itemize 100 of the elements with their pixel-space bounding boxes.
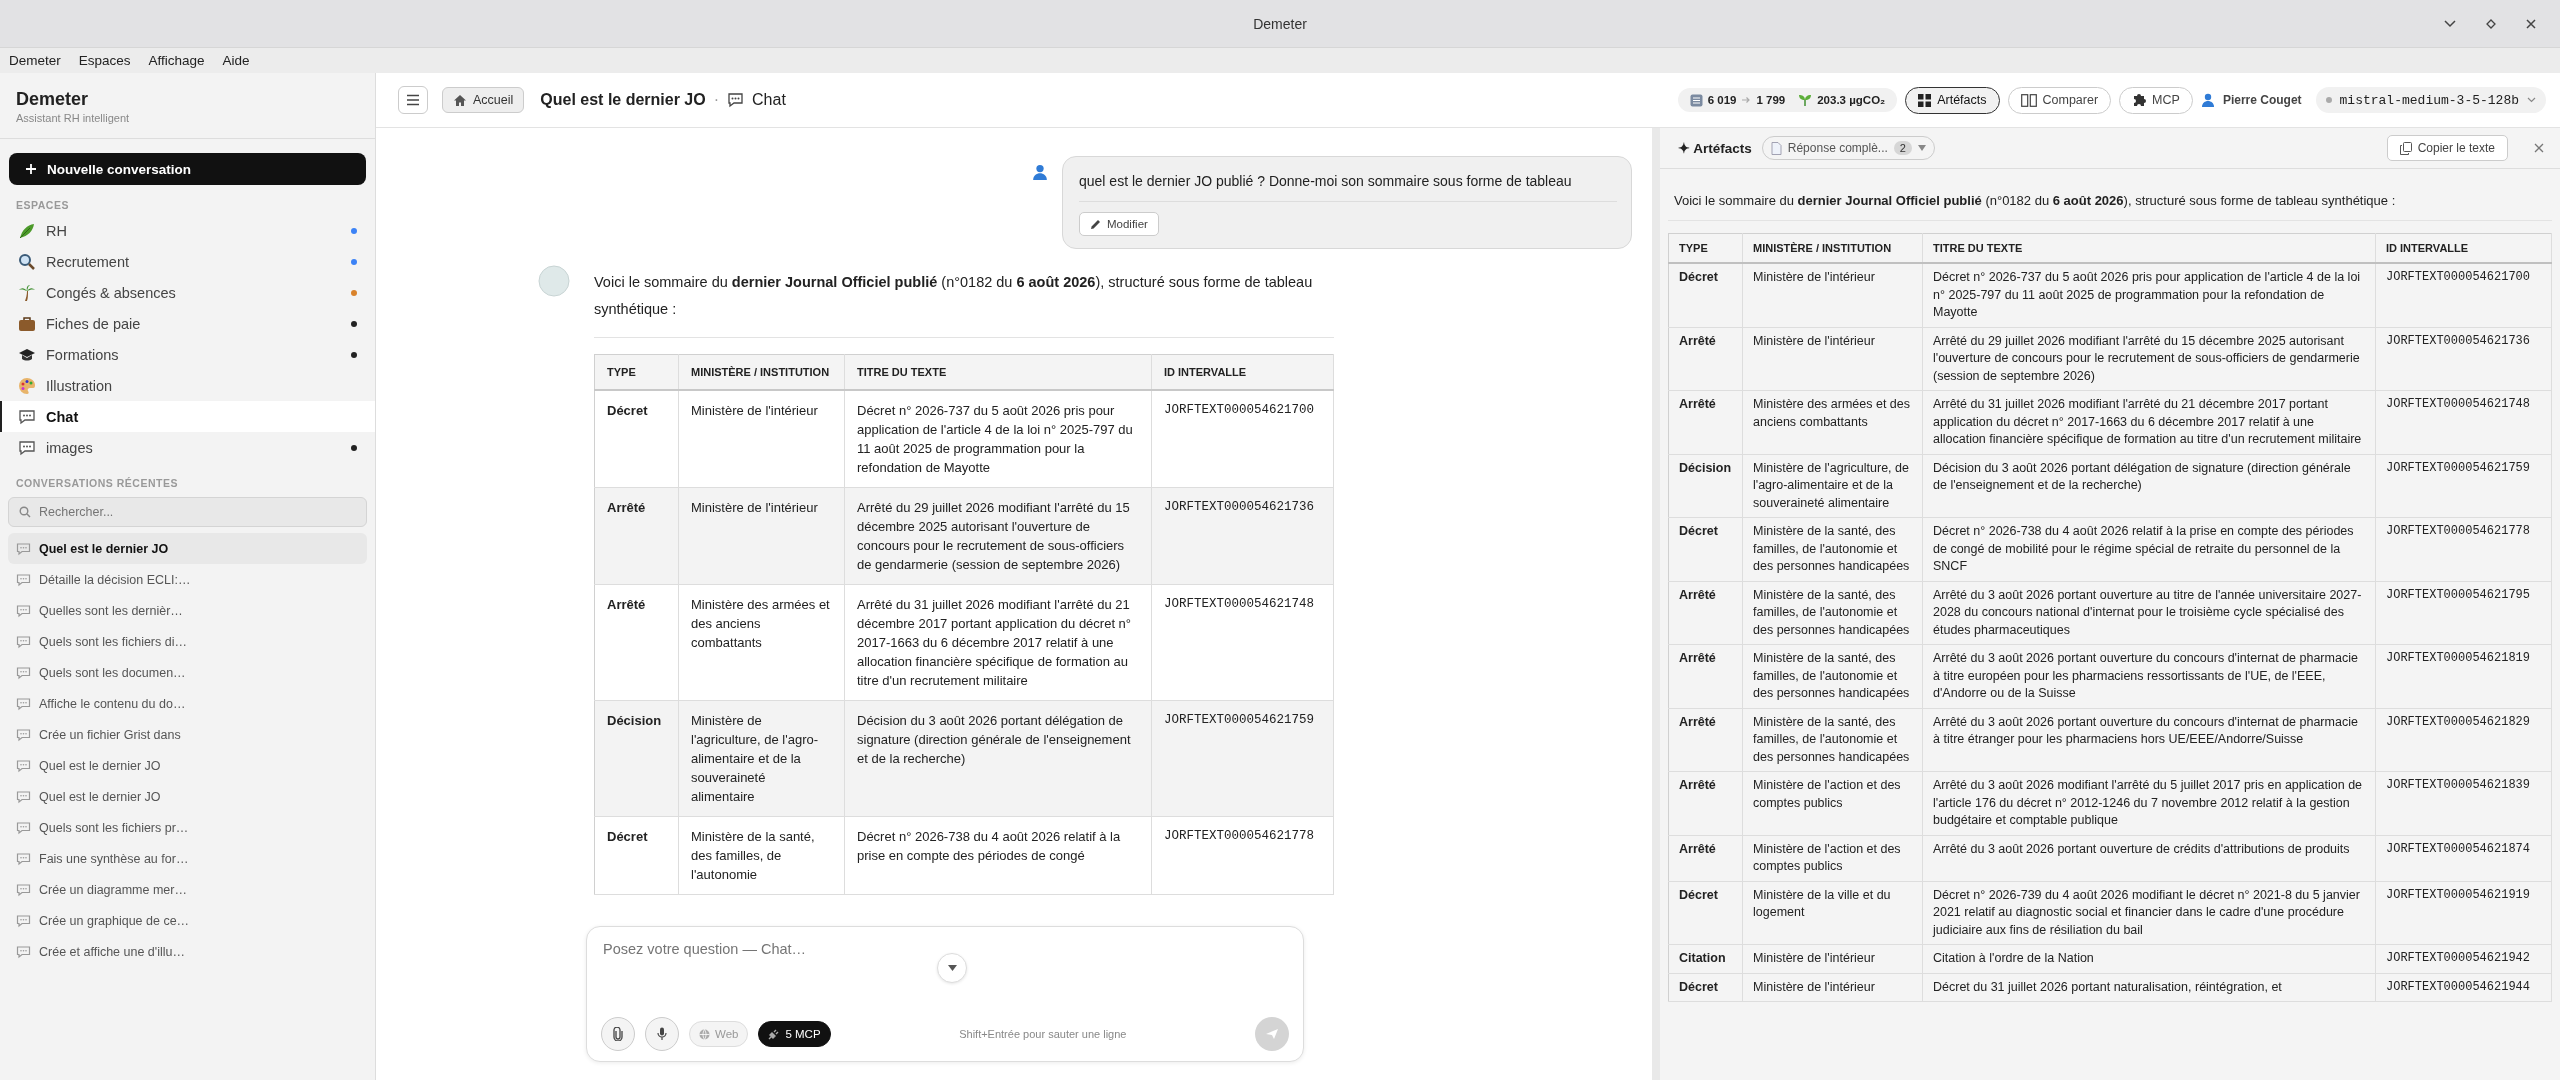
space-item[interactable]: Recrutement bbox=[0, 246, 375, 277]
space-item[interactable]: RH bbox=[0, 215, 375, 246]
user-name: Pierre Couget bbox=[2222, 93, 2302, 107]
column-header: TITRE DU TEXTE bbox=[1922, 233, 2376, 263]
table-cell: Ministère de l'intérieur bbox=[1742, 973, 1923, 1002]
table-cell: Arrêté bbox=[594, 584, 679, 701]
space-item[interactable]: Chat bbox=[0, 401, 375, 432]
menu-item[interactable]: Demeter bbox=[9, 53, 61, 68]
edit-button[interactable]: Modifier bbox=[1079, 212, 1159, 236]
table-cell: Décret bbox=[1668, 881, 1743, 945]
avatar-icon bbox=[538, 265, 570, 297]
menu-item[interactable]: Affichage bbox=[148, 53, 205, 68]
conversation-title: Quel est le dernier JO bbox=[540, 91, 706, 109]
conversation-item[interactable]: Fais une synthèse au for… bbox=[8, 843, 367, 874]
menu-icon bbox=[406, 94, 420, 106]
mcp-toggle[interactable]: 5 MCP bbox=[758, 1021, 831, 1047]
table-cell: JORFTEXT000054621759 bbox=[1151, 700, 1334, 817]
table-cell: Ministère de l'agriculture, de l'agro-alimentaire et de la souveraineté alimentaire bbox=[678, 700, 845, 817]
table-cell: Ministère de la santé, des familles, de l'autonomie et des personnes handicapées bbox=[1742, 644, 1923, 708]
conversation-item[interactable]: Crée un fichier Grist dans bbox=[8, 719, 367, 750]
conversation-item[interactable]: Quel est le dernier JO bbox=[8, 533, 367, 564]
table-cell: Arrêté du 3 août 2026 portant ouverture au titre de l'année universitaire 2027-2028 du concours national d'internat pour le troisième cycle spécialisé des études pharmaceutiques bbox=[1922, 581, 2376, 645]
paperclip-icon bbox=[612, 1027, 624, 1041]
space-item[interactable]: images bbox=[0, 432, 375, 463]
message-composer[interactable]: Posez votre question — Chat… Web 5 MCP Shift+Entrée pour sauter une ligne bbox=[586, 926, 1304, 1062]
menu-item[interactable]: Espaces bbox=[78, 53, 131, 68]
table-cell: JORFTEXT000054621736 bbox=[1151, 487, 1334, 585]
status-icon bbox=[2325, 97, 2332, 103]
model-select[interactable]: mistral-medium-3-5-128b bbox=[2315, 87, 2546, 113]
table-cell: Ministère des armées et des anciens combattants bbox=[678, 584, 845, 701]
speech-bubble-icon bbox=[16, 603, 31, 618]
table-cell: Décret n° 2026-738 du 4 août 2026 relatif à la prise en compte des périodes de congé bbox=[844, 816, 1152, 895]
artifact-picker[interactable]: Réponse complè... 2 bbox=[1761, 136, 1935, 160]
space-item[interactable]: Illustration bbox=[0, 370, 375, 401]
token-count: 6 019 bbox=[1707, 94, 1737, 106]
new-conversation-button[interactable]: Nouvelle conversation bbox=[9, 153, 366, 185]
home-button[interactable]: Accueil bbox=[442, 87, 525, 113]
speech-bubble-icon bbox=[16, 634, 31, 649]
conversation-item[interactable]: Détaille la décision ECLI:… bbox=[8, 564, 367, 595]
column-header: TYPE bbox=[1668, 233, 1743, 263]
panel-title: ✦ Artéfacts bbox=[1678, 140, 1752, 156]
table-cell: Décision du 3 août 2026 portant délégation de signature (direction générale de l'enseignement et de la recherche) bbox=[1922, 454, 2376, 518]
plug-icon bbox=[768, 1028, 781, 1040]
speech-bubble-icon bbox=[16, 758, 31, 773]
close-icon[interactable] bbox=[2526, 18, 2536, 29]
copy-button[interactable]: Copier le texte bbox=[2386, 135, 2508, 161]
column-header: ID INTERVALLE bbox=[1151, 354, 1334, 390]
conversation-item[interactable]: Affiche le contenu du do… bbox=[8, 688, 367, 719]
columns-icon bbox=[2020, 93, 2037, 107]
table-cell: Arrêté du 31 juillet 2026 modifiant l'arrêté du 21 décembre 2017 portant application du décret n° 2017-1663 du 6 décembre 2017 relatif à une allocation financière spécifique de formation au titre d'un recrutement militaire bbox=[1922, 390, 2376, 454]
copy-icon bbox=[2399, 141, 2412, 155]
conversation-item[interactable]: Quels sont les documen… bbox=[8, 657, 367, 688]
search-field[interactable]: Rechercher... bbox=[8, 497, 367, 527]
space-label: Formations bbox=[46, 346, 120, 363]
table-cell: JORFTEXT000054621700 bbox=[1151, 390, 1334, 488]
conversation-item[interactable]: Quel est le dernier JO bbox=[8, 750, 367, 781]
pencil-icon bbox=[1090, 218, 1101, 230]
attach-button[interactable] bbox=[601, 1017, 635, 1051]
conversation-item[interactable]: Crée un diagramme mer… bbox=[8, 874, 367, 905]
table-cell: Décision du 3 août 2026 portant délégation de signature (direction générale de l'enseignement et de la recherche) bbox=[844, 700, 1152, 817]
minimize-icon[interactable] bbox=[2444, 19, 2456, 28]
table-cell: JORFTEXT000054621942 bbox=[2375, 944, 2552, 973]
space-item[interactable]: Congés & absences bbox=[0, 277, 375, 308]
table-cell: Décret n° 2026-737 du 5 août 2026 pris pour application de l'article 4 de la loi n° 2025-797 du 11 août 2025 de programmation pour la refondation de Mayotte bbox=[844, 390, 1152, 488]
conversation-item[interactable]: Crée et affiche une d'illu… bbox=[8, 936, 367, 967]
count-badge: 2 bbox=[1893, 141, 1912, 155]
close-icon[interactable] bbox=[2534, 143, 2544, 153]
space-label: Recrutement bbox=[46, 253, 130, 270]
search-input[interactable]: Rechercher... bbox=[37, 504, 356, 520]
table-cell: Ministère de l'intérieur bbox=[678, 487, 845, 585]
conversation-item[interactable]: Quels sont les fichiers pr… bbox=[8, 812, 367, 843]
menu-item[interactable]: Aide bbox=[222, 53, 250, 68]
table-cell: Ministère de la santé, des familles, de l'autonomie et des personnes handicapées bbox=[1742, 708, 1923, 772]
table-cell: JORFTEXT000054621919 bbox=[2375, 881, 2552, 945]
conversation-item[interactable]: Crée un graphique de ce… bbox=[8, 905, 367, 936]
space-label: Chat bbox=[46, 408, 80, 425]
space-item[interactable]: Formations bbox=[0, 339, 375, 370]
diamond-icon[interactable] bbox=[2486, 18, 2496, 29]
speech-bubble-icon bbox=[16, 541, 31, 556]
conversation-item[interactable]: Quelles sont les dernièr… bbox=[8, 595, 367, 626]
conversation-item[interactable]: Quel est le dernier JO bbox=[8, 781, 367, 812]
palette-icon bbox=[18, 376, 36, 395]
microphone-button[interactable] bbox=[645, 1017, 679, 1051]
send-icon bbox=[1265, 1028, 1279, 1040]
table-cell: Décret bbox=[594, 390, 679, 488]
column-header: TYPE bbox=[594, 354, 679, 390]
space-label: images bbox=[46, 439, 94, 456]
view-tab[interactable]: MCP bbox=[2119, 86, 2193, 114]
leaf-icon bbox=[18, 221, 36, 240]
table-cell: Décret bbox=[1668, 973, 1743, 1002]
space-item[interactable]: Fiches de paie bbox=[0, 308, 375, 339]
table-cell: JORFTEXT000054621778 bbox=[2375, 517, 2552, 581]
menu-button[interactable] bbox=[398, 86, 428, 114]
column-header: MINISTÈRE / INSTITUTION bbox=[678, 354, 845, 390]
speech-bubble-icon bbox=[16, 572, 31, 587]
view-tab[interactable]: Artéfacts bbox=[1905, 86, 2000, 114]
view-tab[interactable]: Comparer bbox=[2007, 86, 2112, 114]
conversation-item[interactable]: Quels sont les fichiers di… bbox=[8, 626, 367, 657]
user-message: quel est le dernier JO publié ? Donne-moi son sommaire sous forme de tableau bbox=[1079, 173, 1572, 189]
briefcase-icon bbox=[18, 314, 36, 333]
